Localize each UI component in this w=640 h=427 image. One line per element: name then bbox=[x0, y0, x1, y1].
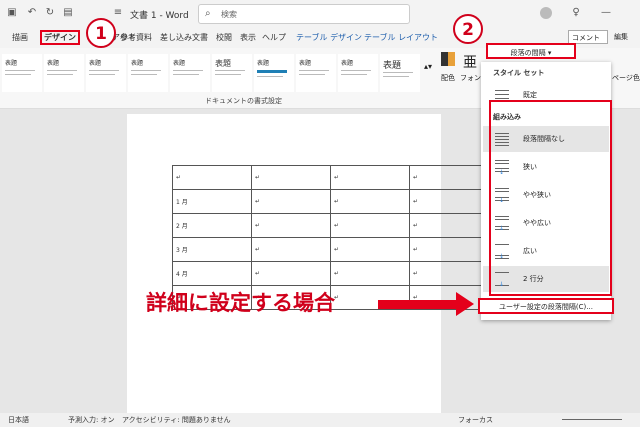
status-bar: 日本語 予測入力: オン アクセシビリティ: 問題ありません フォーカス bbox=[0, 413, 640, 427]
group-caption: ドキュメントの書式設定 bbox=[205, 97, 282, 105]
highlight-box bbox=[489, 100, 612, 296]
status-accessibility[interactable]: アクセシビリティ: 問題ありません bbox=[122, 415, 231, 425]
search-input[interactable]: ⌕ 検索 bbox=[198, 4, 410, 24]
tab-draw[interactable]: 描画 bbox=[12, 32, 28, 43]
table-row: 2 月 ↵ ↵ ↵ bbox=[172, 213, 489, 238]
search-icon: ⌕ bbox=[205, 8, 211, 19]
arrow-shaft bbox=[378, 300, 458, 309]
style-thumbnail[interactable]: 表題 bbox=[380, 54, 420, 92]
tab-mailings[interactable]: 差し込み文書 bbox=[160, 32, 208, 43]
style-thumbnail[interactable]: 表題 bbox=[254, 54, 294, 92]
style-thumbnail[interactable]: 表題 bbox=[338, 54, 378, 92]
table-row: 4 月 ↵ ↵ ↵ bbox=[172, 261, 489, 286]
undo-icon[interactable]: ↶ bbox=[26, 7, 38, 19]
palette-icon[interactable] bbox=[441, 52, 455, 66]
autosave-icon[interactable]: ▣ bbox=[6, 7, 18, 19]
avatar[interactable] bbox=[540, 7, 552, 19]
tab-help[interactable]: ヘルプ bbox=[262, 32, 286, 43]
redo-icon[interactable]: ↻ bbox=[44, 7, 56, 19]
gallery-scroll-icon[interactable]: ▴▾ bbox=[424, 62, 432, 71]
customize-qat-icon[interactable]: ≡ bbox=[112, 7, 124, 19]
colors-button[interactable]: 配色 bbox=[441, 73, 455, 83]
tab-view[interactable]: 表示 bbox=[240, 32, 256, 43]
save-icon[interactable]: ▤ bbox=[62, 7, 74, 19]
style-set-header: スタイル セット bbox=[493, 69, 545, 77]
table-row: 1 月 ↵ ↵ ↵ bbox=[172, 189, 489, 214]
step-2-marker: 2 bbox=[453, 14, 483, 44]
tab-table-design[interactable]: テーブル デザイン bbox=[296, 32, 362, 43]
table-row: 3 月 ↵ ↵ ↵ bbox=[172, 237, 489, 262]
style-thumbnail[interactable]: 表題 bbox=[170, 54, 210, 92]
callout-text: 詳細に設定する場合 bbox=[146, 291, 335, 315]
table-row: ↵ ↵ ↵ ↵ bbox=[172, 165, 489, 190]
page-color-button[interactable]: ページ色 bbox=[612, 73, 640, 83]
style-thumbnail[interactable]: 表題 bbox=[296, 54, 336, 92]
comment-button[interactable]: コメント bbox=[568, 30, 608, 44]
fonts-icon[interactable]: 亜 bbox=[463, 52, 477, 72]
window-title: 文書 1 - Word bbox=[130, 11, 189, 21]
lightbulb-icon[interactable]: ♀ bbox=[570, 7, 582, 19]
step-1-marker: 1 bbox=[86, 18, 116, 48]
tab-design[interactable]: デザイン bbox=[40, 30, 80, 45]
style-thumbnail[interactable]: 表題 bbox=[2, 54, 42, 92]
tab-table-layout[interactable]: テーブル レイアウト bbox=[364, 32, 438, 43]
tab-references[interactable]: 参考資料 bbox=[120, 32, 152, 43]
paragraph-spacing-button[interactable]: 段落の間隔 ▾ bbox=[486, 43, 576, 59]
focus-button[interactable]: フォーカス bbox=[458, 415, 493, 425]
style-thumbnail[interactable]: 表題 bbox=[86, 54, 126, 92]
zoom-slider[interactable] bbox=[562, 419, 622, 420]
minimize-icon[interactable]: — bbox=[600, 7, 612, 19]
style-thumbnail[interactable]: 表題 bbox=[128, 54, 168, 92]
style-thumbnail[interactable]: 表題 bbox=[44, 54, 84, 92]
edit-button[interactable]: 編集 bbox=[614, 32, 628, 42]
status-language[interactable]: 日本語 bbox=[8, 415, 29, 425]
custom-paragraph-spacing-item[interactable]: ユーザー設定の段落間隔(C)... bbox=[478, 298, 614, 314]
tab-review[interactable]: 校閲 bbox=[216, 32, 232, 43]
arrow-head bbox=[456, 292, 474, 316]
style-thumbnail[interactable]: 表題 bbox=[212, 54, 252, 92]
search-placeholder: 検索 bbox=[221, 10, 237, 19]
status-predict[interactable]: 予測入力: オン bbox=[68, 415, 115, 425]
